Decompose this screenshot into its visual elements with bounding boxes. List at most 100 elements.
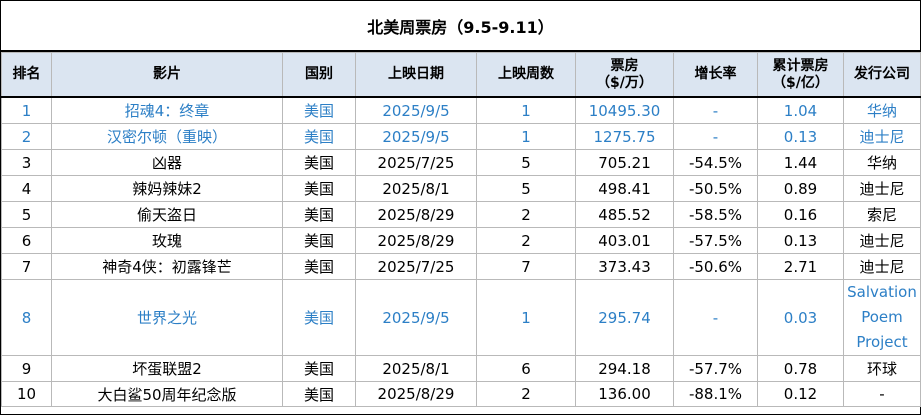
cell-cumulative: 0.13 <box>757 123 844 150</box>
cell-cumulative: 0.16 <box>757 201 844 228</box>
cell-gross: 294.18 <box>575 355 674 382</box>
cell-rank: 7 <box>1 253 52 280</box>
header-weeks: 上映周数 <box>476 52 576 98</box>
header-gross-label: 票房 <box>610 57 639 74</box>
cell-distributor: 迪士尼 <box>843 253 921 280</box>
cell-change: - <box>673 96 758 124</box>
table-row: 8 世界之光 美国 2025/9/5 1 295.74 - 0.03 Salva… <box>1 279 921 356</box>
cell-gross: 705.21 <box>575 149 674 176</box>
cell-weeks: 2 <box>476 201 576 228</box>
cell-weeks: 2 <box>476 381 576 407</box>
cell-distributor: 迪士尼 <box>843 123 921 150</box>
cell-film[interactable]: 汉密尔顿（重映） <box>51 123 283 150</box>
cell-gross: 373.43 <box>575 253 674 280</box>
cell-country: 美国 <box>282 279 356 356</box>
header-cumulative: 累计票房 （$/亿） <box>757 52 844 98</box>
cell-cumulative: 1.44 <box>757 149 844 176</box>
cell-gross: 485.52 <box>575 201 674 228</box>
cell-change: - <box>673 123 758 150</box>
cell-country: 美国 <box>282 175 356 202</box>
cell-cumulative: 0.78 <box>757 355 844 382</box>
cell-film[interactable]: 辣妈辣妹2 <box>51 175 283 202</box>
cell-country: 美国 <box>282 123 356 150</box>
cell-release-date: 2025/8/29 <box>355 227 477 254</box>
cell-change: -88.1% <box>673 381 758 407</box>
cell-gross: 403.01 <box>575 227 674 254</box>
cell-cumulative: 0.89 <box>757 175 844 202</box>
cell-country: 美国 <box>282 227 356 254</box>
table-row: 7 神奇4侠：初露锋芒 美国 2025/7/25 7 373.43 -50.6%… <box>1 253 921 280</box>
cell-film[interactable]: 世界之光 <box>51 279 283 356</box>
cell-country: 美国 <box>282 201 356 228</box>
cell-film[interactable]: 大白鲨50周年纪念版 <box>51 381 283 407</box>
cell-country: 美国 <box>282 381 356 407</box>
cell-release-date: 2025/8/29 <box>355 201 477 228</box>
header-distributor: 发行公司 <box>843 52 921 98</box>
header-cumulative-label: 累计票房 <box>772 57 829 74</box>
cell-weeks: 1 <box>476 279 576 356</box>
cell-release-date: 2025/7/25 <box>355 253 477 280</box>
table-row: 6 玫瑰 美国 2025/8/29 2 403.01 -57.5% 0.13 迪… <box>1 227 921 254</box>
header-release-date: 上映日期 <box>355 52 477 98</box>
cell-distributor: - <box>843 381 921 407</box>
cell-gross: 498.41 <box>575 175 674 202</box>
cell-rank: 4 <box>1 175 52 202</box>
box-office-table: 排名 影片 国别 上映日期 上映周数 票房 （$/万） 增长率 累计票房 （$/亿）… <box>1 52 921 407</box>
cell-rank: 3 <box>1 149 52 176</box>
header-gross-unit: （$/万） <box>596 74 653 91</box>
cell-cumulative: 0.03 <box>757 279 844 356</box>
box-office-table-container: 北美周票房（9.5-9.11） 排名 影片 国别 上映日期 上映周数 票房 （$/… <box>0 0 921 415</box>
cell-film[interactable]: 凶器 <box>51 149 283 176</box>
cell-distributor: Salvation Poem Project <box>843 279 921 356</box>
table-row: 3 凶器 美国 2025/7/25 5 705.21 -54.5% 1.44 华… <box>1 149 921 176</box>
header-row: 排名 影片 国别 上映日期 上映周数 票房 （$/万） 增长率 累计票房 （$/亿）… <box>1 52 921 98</box>
cell-rank: 9 <box>1 355 52 382</box>
cell-cumulative: 1.04 <box>757 96 844 124</box>
cell-rank: 1 <box>1 96 52 124</box>
table-title: 北美周票房（9.5-9.11） <box>1 1 920 52</box>
cell-cumulative: 0.13 <box>757 227 844 254</box>
table-row: 4 辣妈辣妹2 美国 2025/8/1 5 498.41 -50.5% 0.89… <box>1 175 921 202</box>
cell-film[interactable]: 神奇4侠：初露锋芒 <box>51 253 283 280</box>
cell-country: 美国 <box>282 96 356 124</box>
cell-change: -57.7% <box>673 355 758 382</box>
cell-change: -57.5% <box>673 227 758 254</box>
cell-distributor: 华纳 <box>843 149 921 176</box>
cell-film[interactable]: 招魂4：终章 <box>51 96 283 124</box>
cell-weeks: 2 <box>476 227 576 254</box>
cell-change: -58.5% <box>673 201 758 228</box>
cell-gross: 1275.75 <box>575 123 674 150</box>
header-country: 国别 <box>282 52 356 98</box>
cell-release-date: 2025/9/5 <box>355 123 477 150</box>
cell-release-date: 2025/8/1 <box>355 355 477 382</box>
cell-gross: 10495.30 <box>575 96 674 124</box>
header-cumulative-unit: （$/亿） <box>772 74 829 91</box>
cell-film[interactable]: 坏蛋联盟2 <box>51 355 283 382</box>
cell-gross: 295.74 <box>575 279 674 356</box>
cell-change: - <box>673 279 758 356</box>
cell-change: -54.5% <box>673 149 758 176</box>
cell-release-date: 2025/7/25 <box>355 149 477 176</box>
cell-change: -50.6% <box>673 253 758 280</box>
cell-rank: 5 <box>1 201 52 228</box>
cell-rank: 8 <box>1 279 52 356</box>
table-row: 2 汉密尔顿（重映） 美国 2025/9/5 1 1275.75 - 0.13 … <box>1 123 921 150</box>
cell-distributor: 迪士尼 <box>843 175 921 202</box>
cell-weeks: 7 <box>476 253 576 280</box>
cell-weeks: 5 <box>476 175 576 202</box>
cell-film[interactable]: 玫瑰 <box>51 227 283 254</box>
cell-distributor: 环球 <box>843 355 921 382</box>
cell-weeks: 6 <box>476 355 576 382</box>
cell-distributor: 迪士尼 <box>843 227 921 254</box>
cell-distributor: 华纳 <box>843 96 921 124</box>
cell-release-date: 2025/9/5 <box>355 279 477 356</box>
cell-weeks: 5 <box>476 149 576 176</box>
table-body: 1 招魂4：终章 美国 2025/9/5 1 10495.30 - 1.04 华… <box>1 96 921 407</box>
header-film: 影片 <box>51 52 283 98</box>
cell-rank: 6 <box>1 227 52 254</box>
cell-release-date: 2025/8/1 <box>355 175 477 202</box>
cell-country: 美国 <box>282 253 356 280</box>
cell-change: -50.5% <box>673 175 758 202</box>
cell-film[interactable]: 偷天盗日 <box>51 201 283 228</box>
cell-distributor: 索尼 <box>843 201 921 228</box>
